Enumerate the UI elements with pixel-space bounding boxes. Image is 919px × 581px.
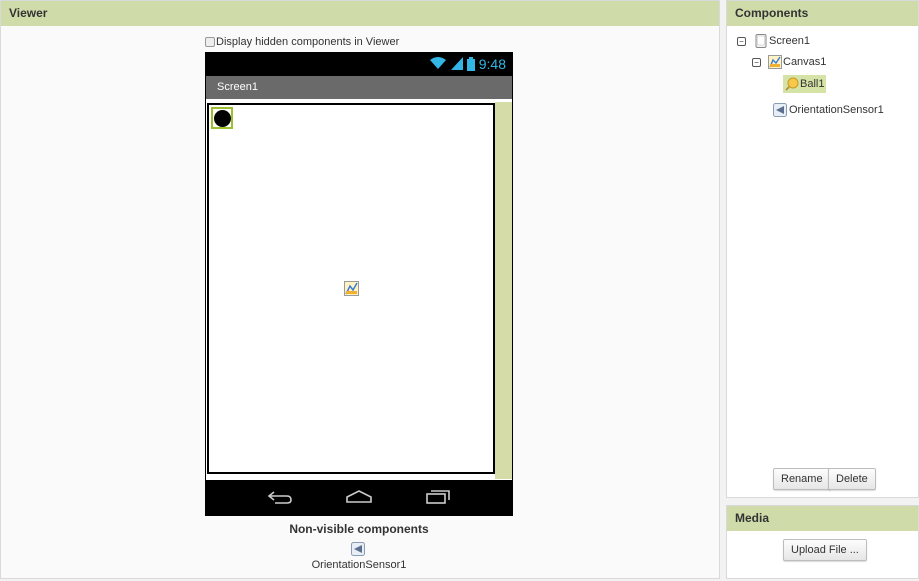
- back-icon: [267, 490, 293, 507]
- display-hidden-toggle[interactable]: Display hidden components in Viewer: [205, 36, 399, 48]
- media-panel: Media Upload File ...: [726, 505, 919, 579]
- orientation-sensor-icon: [351, 542, 365, 556]
- nav-bar: [205, 480, 513, 516]
- phone-preview: 9:48 Screen1: [205, 52, 513, 516]
- collapse-icon[interactable]: −: [737, 36, 746, 46]
- display-hidden-label: Display hidden components in Viewer: [216, 36, 400, 48]
- battery-icon: [466, 56, 475, 71]
- nonvisible-title: Non-visible components: [289, 522, 429, 536]
- screen-title-bar: Screen1: [206, 76, 512, 99]
- canvas-component[interactable]: [207, 103, 495, 474]
- components-panel: Components − Screen1 − Canvas1 Ball1 Ori…: [726, 0, 919, 498]
- display-hidden-checkbox[interactable]: [205, 37, 215, 47]
- tree-label-sensor: OrientationSensor1: [789, 104, 884, 116]
- clock-time: 9:48: [478, 55, 506, 72]
- ball-component[interactable]: [211, 107, 233, 129]
- wifi-icon: [429, 57, 447, 70]
- media-header: Media: [727, 506, 918, 531]
- orientation-sensor-icon: [773, 103, 787, 117]
- viewer-header: Viewer: [1, 1, 719, 26]
- tree-node-canvas[interactable]: − Canvas1: [752, 55, 826, 69]
- signal-icon: [450, 57, 463, 70]
- recents-icon: [425, 489, 451, 507]
- tree-node-screen[interactable]: − Screen1: [737, 34, 810, 48]
- delete-button[interactable]: Delete: [828, 468, 876, 490]
- rename-button[interactable]: Rename: [773, 468, 831, 490]
- collapse-icon[interactable]: −: [752, 57, 761, 67]
- screen-icon: [754, 34, 768, 48]
- nonvisible-item[interactable]: OrientationSensor1: [205, 559, 513, 571]
- canvas-icon: [768, 55, 782, 69]
- tree-label-ball: Ball1: [800, 78, 825, 90]
- tree-label-screen: Screen1: [769, 35, 810, 47]
- tree-node-sensor[interactable]: OrientationSensor1: [773, 103, 884, 117]
- ball-icon: [785, 77, 799, 91]
- home-icon: [345, 489, 373, 507]
- status-bar: 9:48: [205, 52, 513, 75]
- ball-shape: [213, 109, 231, 127]
- canvas-icon: [344, 281, 359, 296]
- screen-area: [206, 99, 512, 480]
- screen-scrollbar[interactable]: [495, 102, 512, 479]
- components-header: Components: [727, 1, 918, 26]
- tree-node-ball[interactable]: Ball1: [783, 75, 827, 93]
- tree-label-canvas: Canvas1: [783, 56, 827, 68]
- upload-file-button[interactable]: Upload File ...: [783, 539, 867, 561]
